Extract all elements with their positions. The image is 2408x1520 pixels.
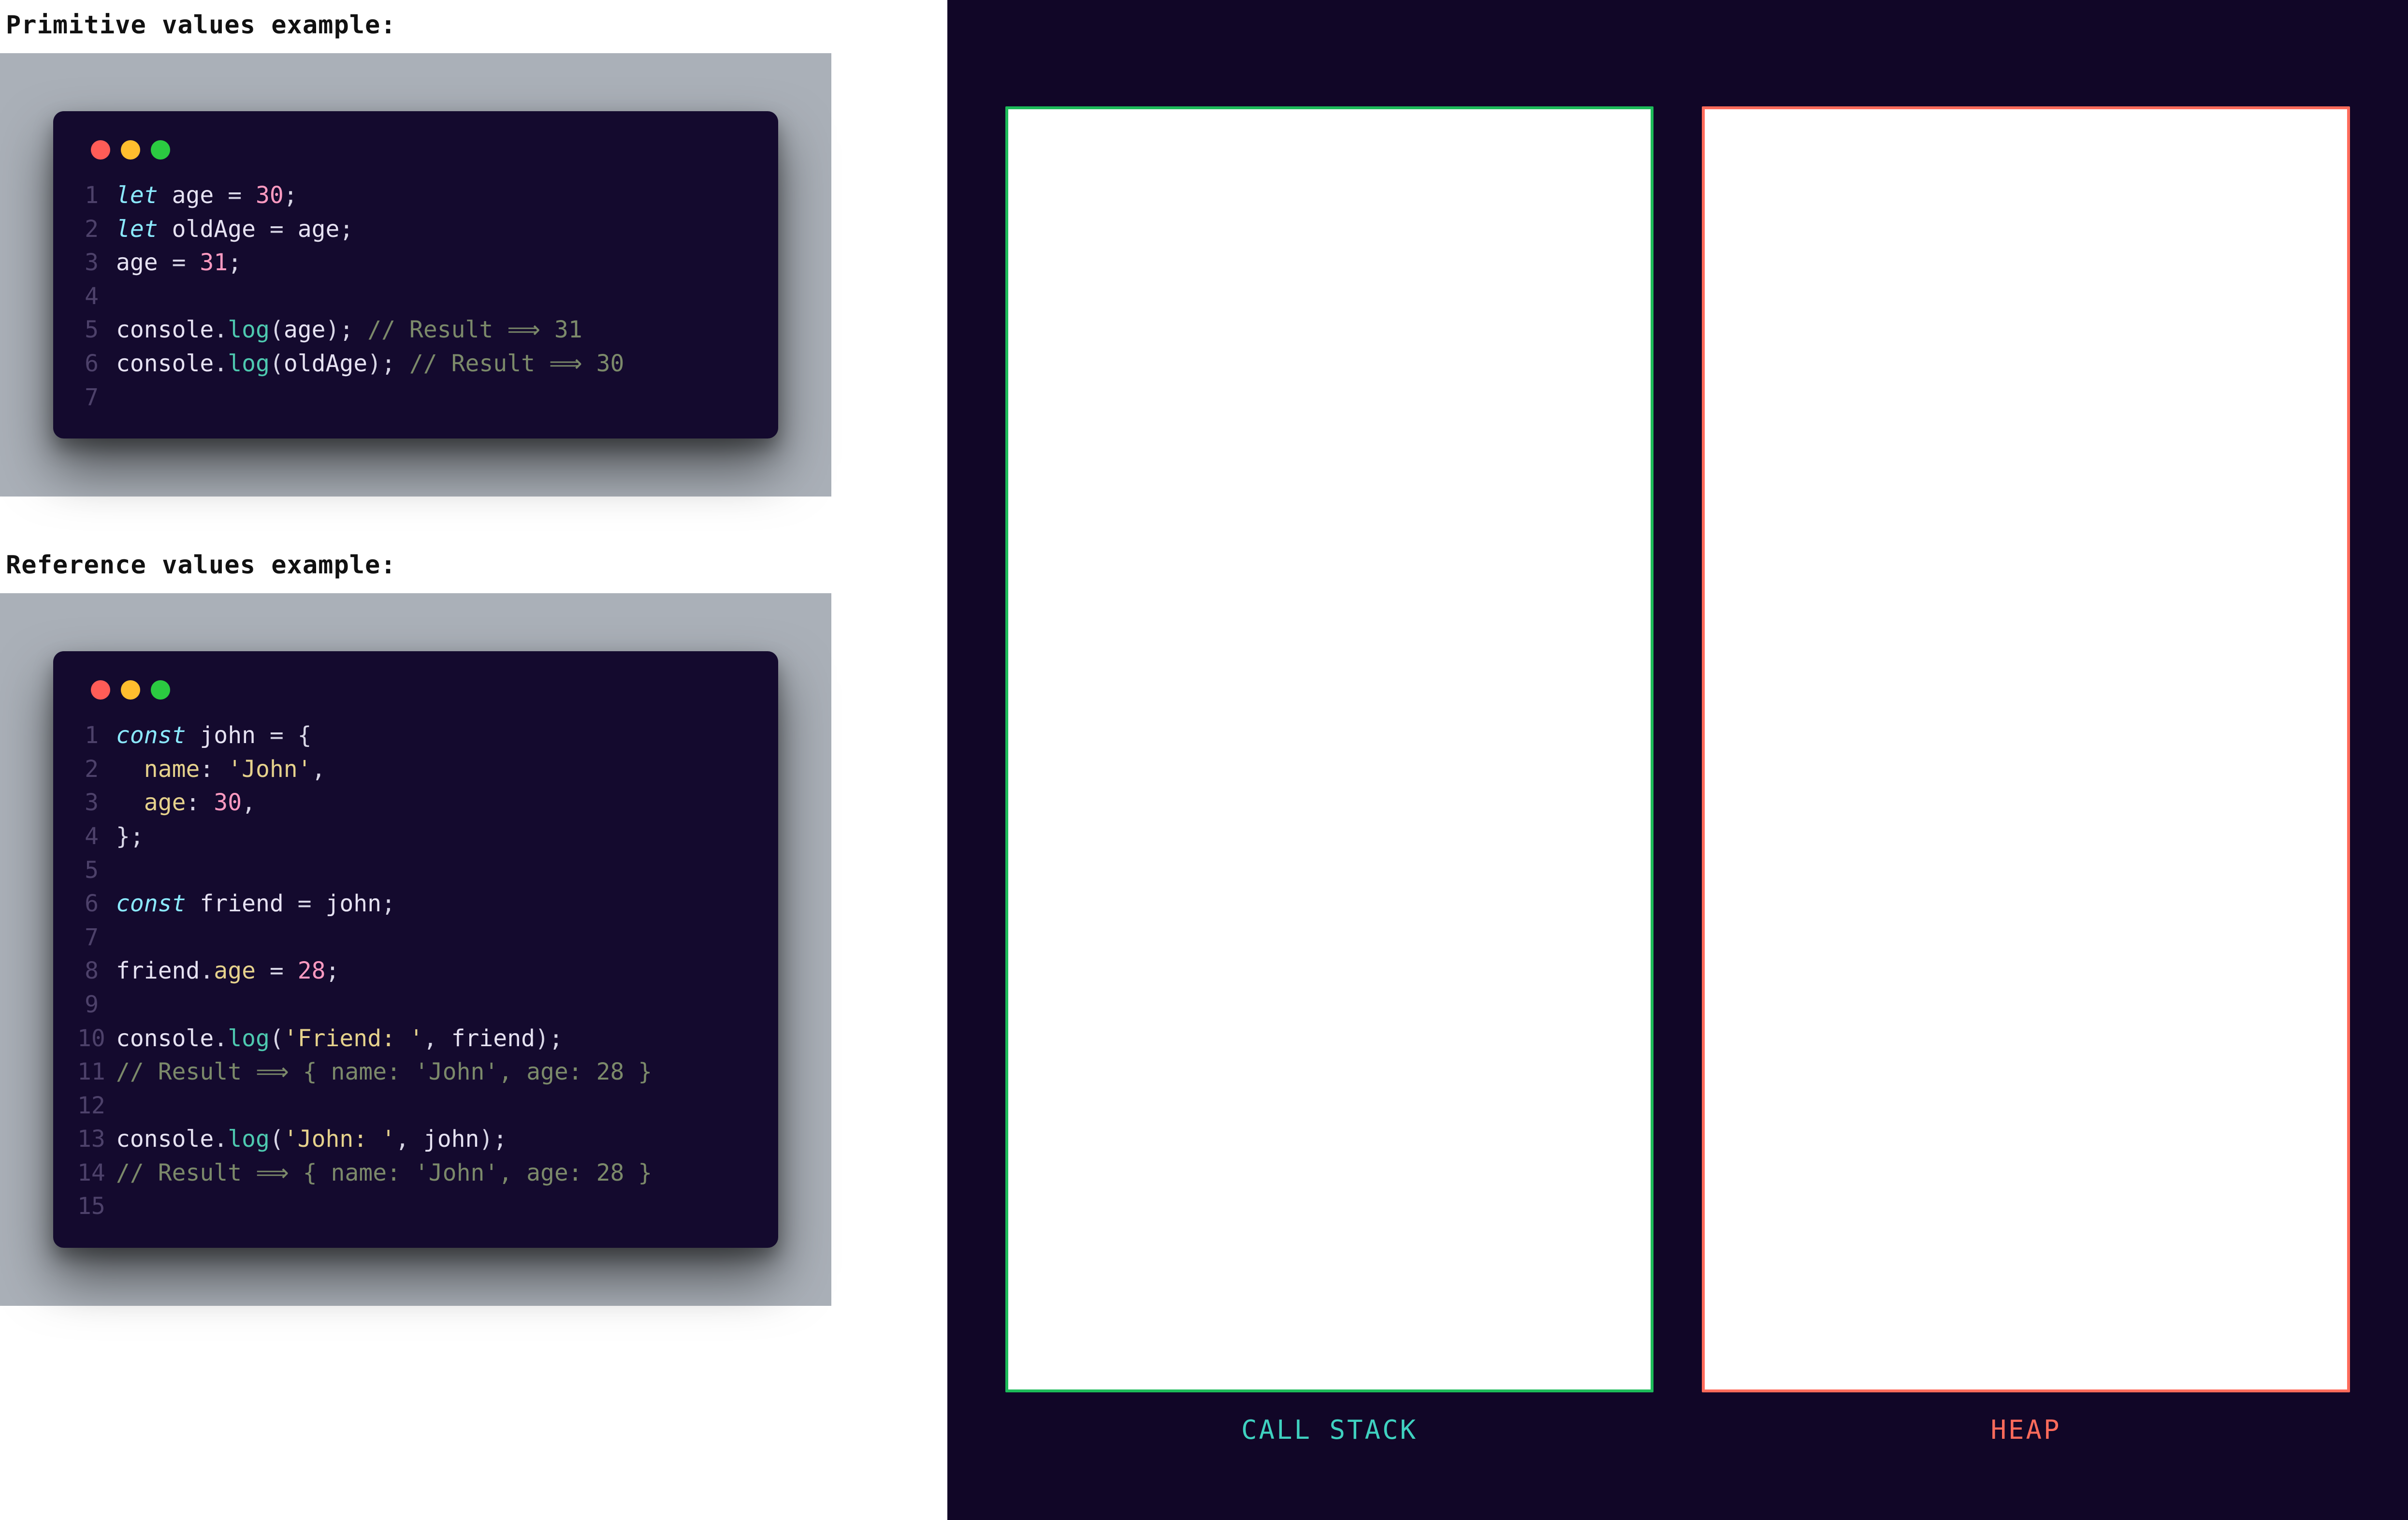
code-line: 5console.log(age); // Result ⟹ 31 — [77, 313, 749, 347]
call-stack-box — [1005, 106, 1654, 1392]
code-content: let oldAge = age; — [116, 213, 353, 247]
code-line: 3age = 31; — [77, 246, 749, 280]
code-line: 4 — [77, 280, 749, 314]
line-number: 3 — [77, 786, 116, 820]
code-line: 10console.log('Friend: ', friend); — [77, 1022, 749, 1056]
close-icon — [91, 140, 110, 160]
memory-diagram: CALL STACK HEAP — [947, 0, 2408, 1520]
code-content — [116, 381, 130, 415]
code-content: const friend = john; — [116, 887, 395, 921]
code-content: console.log(age); // Result ⟹ 31 — [116, 313, 582, 347]
heap-box — [1702, 106, 2350, 1392]
code-content: // Result ⟹ { name: 'John', age: 28 } — [116, 1156, 652, 1190]
code-content: const john = { — [116, 719, 312, 753]
line-number: 10 — [77, 1022, 116, 1056]
code-panel-reference: 1const john = {2 name: 'John',3 age: 30,… — [0, 593, 831, 1306]
code-line: 9 — [77, 988, 749, 1022]
line-number: 2 — [77, 213, 116, 247]
code-content — [116, 1089, 130, 1123]
code-content: age = 31; — [116, 246, 242, 280]
code-line: 14// Result ⟹ { name: 'John', age: 28 } — [77, 1156, 749, 1190]
code-line: 11// Result ⟹ { name: 'John', age: 28 } — [77, 1055, 749, 1089]
line-number: 5 — [77, 313, 116, 347]
code-content — [116, 921, 130, 955]
maximize-icon — [151, 680, 170, 700]
code-line: 12 — [77, 1089, 749, 1123]
code-line: 13console.log('John: ', john); — [77, 1123, 749, 1156]
code-panel-primitives: 1let age = 30;2let oldAge = age;3age = 3… — [0, 53, 831, 497]
window-controls — [77, 675, 749, 719]
section-title-primitives: Primitive values example: — [0, 0, 831, 53]
code-line: 4}; — [77, 820, 749, 854]
line-number: 14 — [77, 1156, 116, 1190]
code-content: let age = 30; — [116, 179, 298, 213]
call-stack-label: CALL STACK — [1005, 1415, 1654, 1445]
code-content — [116, 988, 130, 1022]
section-title-reference: Reference values example: — [0, 540, 831, 593]
code-content — [116, 1190, 130, 1224]
minimize-icon — [121, 680, 140, 700]
close-icon — [91, 680, 110, 700]
line-number: 6 — [77, 887, 116, 921]
code-content: console.log(oldAge); // Result ⟹ 30 — [116, 347, 624, 381]
code-line: 7 — [77, 381, 749, 415]
line-number: 1 — [77, 719, 116, 753]
code-content: friend.age = 28; — [116, 954, 339, 988]
line-number: 2 — [77, 753, 116, 787]
line-number: 13 — [77, 1123, 116, 1156]
line-number: 6 — [77, 347, 116, 381]
code-line: 1const john = { — [77, 719, 749, 753]
code-line: 5 — [77, 854, 749, 888]
line-number: 1 — [77, 179, 116, 213]
window-controls — [77, 135, 749, 179]
line-number: 7 — [77, 921, 116, 955]
line-number: 8 — [77, 954, 116, 988]
code-line: 1let age = 30; — [77, 179, 749, 213]
code-content: name: 'John', — [116, 753, 325, 787]
minimize-icon — [121, 140, 140, 160]
maximize-icon — [151, 140, 170, 160]
code-line: 15 — [77, 1190, 749, 1224]
code-content: age: 30, — [116, 786, 256, 820]
code-block-reference: 1const john = {2 name: 'John',3 age: 30,… — [77, 719, 749, 1224]
heap-label: HEAP — [1702, 1415, 2350, 1445]
code-content: console.log('John: ', john); — [116, 1123, 507, 1156]
code-content — [116, 854, 130, 888]
code-content: console.log('Friend: ', friend); — [116, 1022, 563, 1056]
code-window-primitives: 1let age = 30;2let oldAge = age;3age = 3… — [53, 111, 778, 438]
code-block-primitives: 1let age = 30;2let oldAge = age;3age = 3… — [77, 179, 749, 414]
code-line: 2let oldAge = age; — [77, 213, 749, 247]
line-number: 9 — [77, 988, 116, 1022]
line-number: 15 — [77, 1190, 116, 1224]
line-number: 12 — [77, 1089, 116, 1123]
line-number: 3 — [77, 246, 116, 280]
line-number: 5 — [77, 854, 116, 888]
line-number: 7 — [77, 381, 116, 415]
code-line: 6console.log(oldAge); // Result ⟹ 30 — [77, 347, 749, 381]
code-content: }; — [116, 820, 144, 854]
code-content — [116, 280, 130, 314]
line-number: 4 — [77, 820, 116, 854]
code-content: // Result ⟹ { name: 'John', age: 28 } — [116, 1055, 652, 1089]
line-number: 11 — [77, 1055, 116, 1089]
code-line: 8friend.age = 28; — [77, 954, 749, 988]
code-window-reference: 1const john = {2 name: 'John',3 age: 30,… — [53, 651, 778, 1248]
code-line: 6const friend = john; — [77, 887, 749, 921]
code-line: 7 — [77, 921, 749, 955]
code-line: 3 age: 30, — [77, 786, 749, 820]
line-number: 4 — [77, 280, 116, 314]
code-line: 2 name: 'John', — [77, 753, 749, 787]
